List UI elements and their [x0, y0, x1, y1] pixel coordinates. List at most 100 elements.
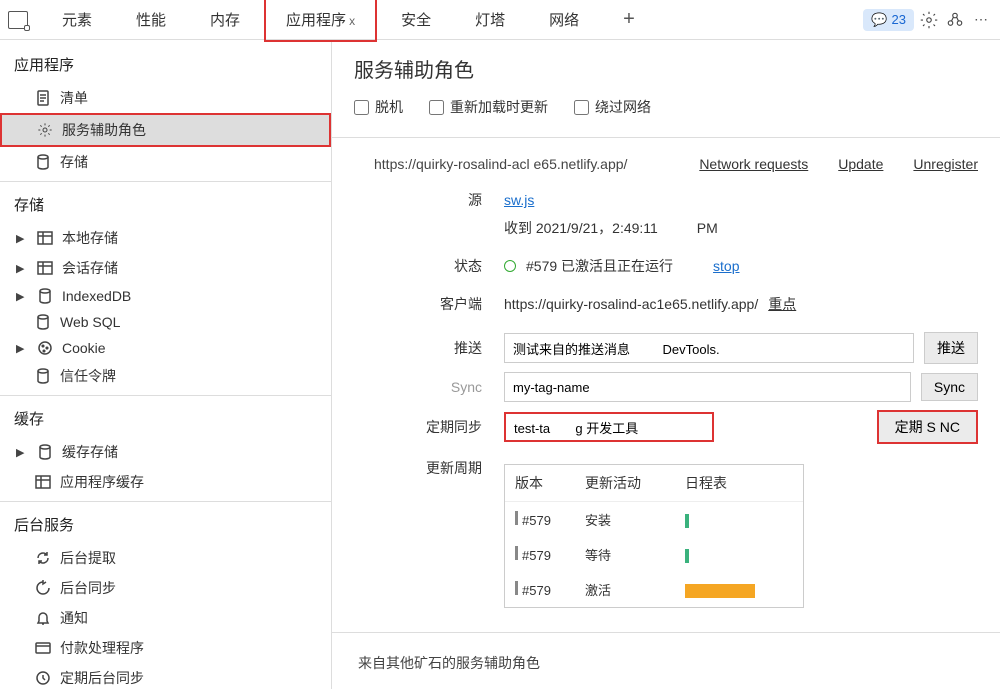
sw-origin-row: https://quirky-rosalind-acl e65.netlify.… [374, 156, 978, 172]
tab-performance[interactable]: 性能 [116, 0, 186, 40]
source-row: 源 sw.js [354, 190, 978, 210]
divider [0, 501, 331, 502]
bell-icon [34, 610, 52, 626]
th-schedule: 日程表 [685, 473, 765, 493]
sidebar-item-service-workers[interactable]: 服务辅助角色 [0, 113, 331, 147]
source-link[interactable]: sw.js [504, 192, 534, 208]
device-toggle-icon[interactable] [8, 11, 28, 29]
periodic-input[interactable] [504, 412, 714, 442]
unregister-link[interactable]: Unregister [913, 156, 978, 172]
divider [0, 181, 331, 182]
table-row: #579 等待 [505, 537, 803, 572]
chat-icon: 💬 [871, 12, 887, 28]
periodic-button[interactable]: 定期 S NC [877, 410, 978, 444]
client-url: https://quirky-rosalind-ac1e65.netlify.a… [504, 296, 758, 312]
more-icon[interactable]: ⋯ [970, 9, 992, 31]
sidebar: 应用程序 清单 服务辅助角色 存储 存储 ▶ 本地存储 ▶ 会话存储 ▶ In [0, 40, 332, 689]
bar-icon [685, 584, 755, 598]
sidebar-item-trust-tokens[interactable]: 信任令牌 [0, 361, 331, 391]
table-header: 版本 更新活动 日程表 [505, 465, 803, 502]
tab-security[interactable]: 安全 [381, 0, 451, 40]
sidebar-item-app-cache[interactable]: 应用程序缓存 [0, 467, 331, 497]
indexeddb-label: IndexedDB [62, 288, 131, 304]
arrow-icon: ▶ [16, 262, 28, 275]
app-cache-label: 应用程序缓存 [60, 472, 144, 492]
sw-origin-url: https://quirky-rosalind-acl e65.netlify.… [374, 156, 669, 172]
push-row-label: 推送 [354, 338, 504, 358]
database-icon [34, 314, 52, 330]
tab-network[interactable]: 网络 [529, 0, 599, 40]
sidebar-item-bg-sync[interactable]: 后台同步 [0, 573, 331, 603]
section-background: 后台服务 [0, 506, 331, 543]
page-title: 服务辅助角色 [354, 54, 978, 83]
database-icon [36, 444, 54, 460]
arrow-icon: ▶ [16, 342, 28, 355]
database-icon [34, 368, 52, 384]
received-row: 收到 2021/9/21，2:49:11 PM [354, 218, 978, 238]
push-input[interactable] [504, 333, 914, 363]
sync-row-label: Sync [354, 379, 504, 395]
clock-icon [34, 670, 52, 686]
sidebar-item-manifest[interactable]: 清单 [0, 83, 331, 113]
sidebar-item-cache-storage[interactable]: ▶ 缓存存储 [0, 437, 331, 467]
push-button[interactable]: 推送 [924, 332, 978, 364]
database-icon [36, 288, 54, 304]
update-reload-checkbox[interactable]: 重新加载时更新 [429, 97, 548, 117]
stop-link[interactable]: stop [713, 258, 739, 274]
tab-application[interactable]: 应用程序 [264, 0, 377, 42]
add-tab-icon[interactable]: + [603, 8, 655, 31]
section-cache: 缓存 [0, 400, 331, 437]
bg-fetch-label: 后台提取 [60, 548, 116, 568]
source-label: 源 [354, 190, 504, 210]
cookie-label: Cookie [62, 340, 106, 356]
bar-icon [685, 549, 689, 563]
offline-checkbox[interactable]: 脱机 [354, 97, 403, 117]
periodic-sync-row: 定期同步 定期 S NC [354, 410, 978, 444]
session-storage-label: 会话存储 [62, 258, 118, 278]
sync-input[interactable] [504, 372, 911, 402]
sw-options-row: 脱机 重新加载时更新 绕过网络 [354, 97, 978, 117]
cache-storage-label: 缓存存储 [62, 442, 118, 462]
periodic-bg-label: 定期后台同步 [60, 668, 144, 688]
update-cycle-table: 版本 更新活动 日程表 #579 安装 #579 等待 [504, 464, 804, 608]
update-link[interactable]: Update [838, 156, 883, 172]
bg-sync-label: 后台同步 [60, 578, 116, 598]
sidebar-item-websql[interactable]: Web SQL [0, 309, 331, 335]
sidebar-item-indexeddb[interactable]: ▶ IndexedDB [0, 283, 331, 309]
cookie-icon [36, 340, 54, 356]
sync-row: Sync Sync [354, 372, 978, 402]
tab-memory[interactable]: 内存 [190, 0, 260, 40]
sidebar-item-periodic-bg[interactable]: 定期后台同步 [0, 663, 331, 689]
database-icon [34, 154, 52, 170]
update-cycle-label: 更新周期 [354, 458, 504, 478]
sidebar-item-bg-fetch[interactable]: 后台提取 [0, 543, 331, 573]
local-storage-label: 本地存储 [62, 228, 118, 248]
network-requests-link[interactable]: Network requests [699, 156, 808, 172]
sidebar-item-session-storage[interactable]: ▶ 会话存储 [0, 253, 331, 283]
issues-badge[interactable]: 💬 23 [863, 9, 914, 31]
sidebar-item-storage-allot[interactable]: 存储 [0, 147, 331, 177]
activity-icon[interactable] [944, 9, 966, 31]
tab-lighthouse[interactable]: 灯塔 [455, 0, 525, 40]
devtools-tabbar: 元素 性能 内存 应用程序 安全 灯塔 网络 + 💬 23 ⋯ [0, 0, 1000, 40]
table-icon [36, 230, 54, 246]
issues-count: 23 [892, 12, 906, 27]
sidebar-item-local-storage[interactable]: ▶ 本地存储 [0, 223, 331, 253]
settings-icon[interactable] [918, 9, 940, 31]
sync-button[interactable]: Sync [921, 373, 978, 401]
sw-label: 服务辅助角色 [62, 120, 146, 140]
section-storage: 存储 [0, 186, 331, 223]
sidebar-item-cookie[interactable]: ▶ Cookie [0, 335, 331, 361]
refresh-icon [34, 580, 52, 596]
arrow-icon: ▶ [16, 446, 28, 459]
focus-link[interactable]: 重点 [768, 294, 796, 314]
bypass-checkbox[interactable]: 绕过网络 [574, 97, 651, 117]
table-icon [36, 260, 54, 276]
divider [332, 137, 1000, 138]
arrow-icon: ▶ [16, 290, 28, 303]
sidebar-item-notifications[interactable]: 通知 [0, 603, 331, 633]
th-version: 版本 [515, 473, 575, 493]
sidebar-item-payment[interactable]: 付款处理程序 [0, 633, 331, 663]
document-icon [34, 90, 52, 106]
tab-elements[interactable]: 元素 [42, 0, 112, 40]
